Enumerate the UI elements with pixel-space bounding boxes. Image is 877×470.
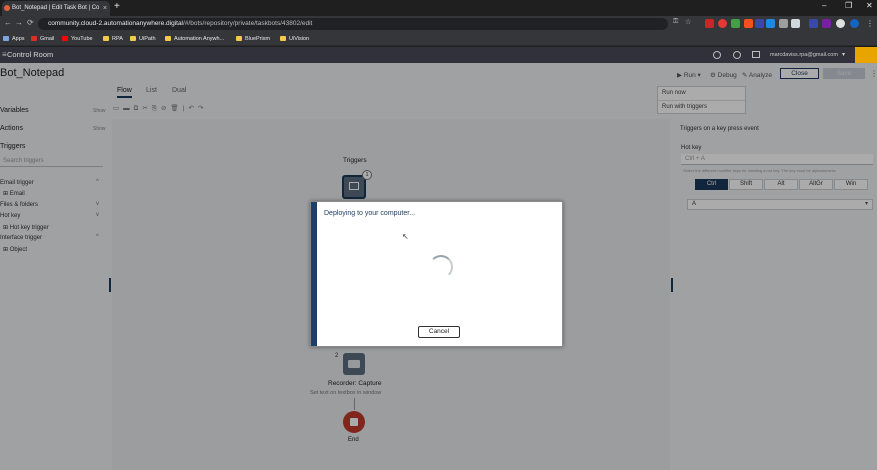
url-input[interactable]: community.cloud-2.automationanywhere.dig… — [38, 18, 668, 30]
url-host: community.cloud-2.automationanywhere.dig… — [48, 20, 184, 27]
bookmark-apps[interactable]: Apps — [3, 32, 25, 46]
cancel-button[interactable]: Cancel — [418, 326, 460, 338]
bookmark-star-icon[interactable]: ☆ — [685, 18, 691, 26]
dialog-accent-stripe — [311, 202, 317, 346]
minimize-button[interactable]: – — [822, 1, 826, 10]
extensions-puzzle-icon[interactable] — [836, 19, 845, 28]
extension-icon[interactable] — [779, 19, 788, 28]
browser-menu-icon[interactable]: ⋮ — [866, 19, 875, 28]
extension-icon[interactable] — [744, 19, 753, 28]
bookmark-uivision[interactable]: UiVision — [280, 32, 309, 46]
extension-icon[interactable] — [718, 19, 727, 28]
forward-icon[interactable]: → — [15, 18, 23, 27]
extension-icon[interactable] — [791, 19, 800, 28]
automation-anywhere-logo — [855, 47, 877, 63]
bookmark-blueprism[interactable]: BluePrism — [236, 32, 270, 46]
extension-icon[interactable] — [822, 19, 831, 28]
reload-icon[interactable]: ⟳ — [27, 18, 34, 27]
extension-icon[interactable] — [705, 19, 714, 28]
window-close-button[interactable]: ✕ — [866, 1, 873, 10]
browser-tab-strip: Bot_Notepad | Edit Task Bot | Co × + – ❐… — [0, 0, 877, 16]
loading-spinner-icon — [429, 255, 453, 279]
app-title: Control Room — [7, 50, 54, 59]
key-icon[interactable]: ⚿ — [673, 18, 678, 26]
bookmark-youtube[interactable]: YouTube — [62, 32, 93, 46]
back-icon[interactable]: ← — [4, 18, 12, 27]
new-tab-button[interactable]: + — [114, 1, 120, 12]
site-favicon-icon — [4, 5, 10, 11]
deploying-dialog: Deploying to your computer... ↖ Cancel — [310, 201, 563, 347]
tab-close-icon[interactable]: × — [103, 1, 107, 16]
maximize-button[interactable]: ❐ — [845, 1, 852, 10]
profile-avatar[interactable] — [850, 19, 859, 28]
help-icon[interactable] — [713, 51, 721, 59]
user-email[interactable]: marcdaviss.rpa@gmail.com — [770, 47, 838, 63]
extension-icon[interactable] — [755, 19, 764, 28]
hamburger-menu-icon[interactable]: ≡ — [2, 47, 7, 63]
bookmarks-bar: Apps Gmail YouTube RPA UiPath Automation… — [0, 32, 877, 46]
notifications-icon[interactable] — [752, 51, 760, 58]
browser-tab[interactable]: Bot_Notepad | Edit Task Bot | Co × — [2, 1, 110, 16]
bookmark-automation-anywhere[interactable]: Automation Anywh... — [165, 32, 224, 46]
deploying-message: Deploying to your computer... — [324, 210, 416, 217]
tab-title: Bot_Notepad | Edit Task Bot | Co — [12, 5, 100, 11]
language-globe-icon[interactable] — [733, 51, 741, 59]
bookmark-gmail[interactable]: Gmail — [31, 32, 54, 46]
url-path: /#/bots/repository/private/taskbots/4380… — [183, 20, 313, 27]
extension-icon[interactable] — [731, 19, 740, 28]
mouse-cursor-icon: ↖ — [402, 232, 409, 241]
bookmark-rpa[interactable]: RPA — [103, 32, 123, 46]
chevron-down-icon[interactable]: ▾ — [842, 47, 845, 63]
bookmark-uipath[interactable]: UiPath — [130, 32, 156, 46]
control-room-header: ≡ Control Room marcdaviss.rpa@gmail.com … — [0, 47, 877, 63]
extension-icon[interactable] — [766, 19, 775, 28]
extension-icon[interactable] — [809, 19, 818, 28]
